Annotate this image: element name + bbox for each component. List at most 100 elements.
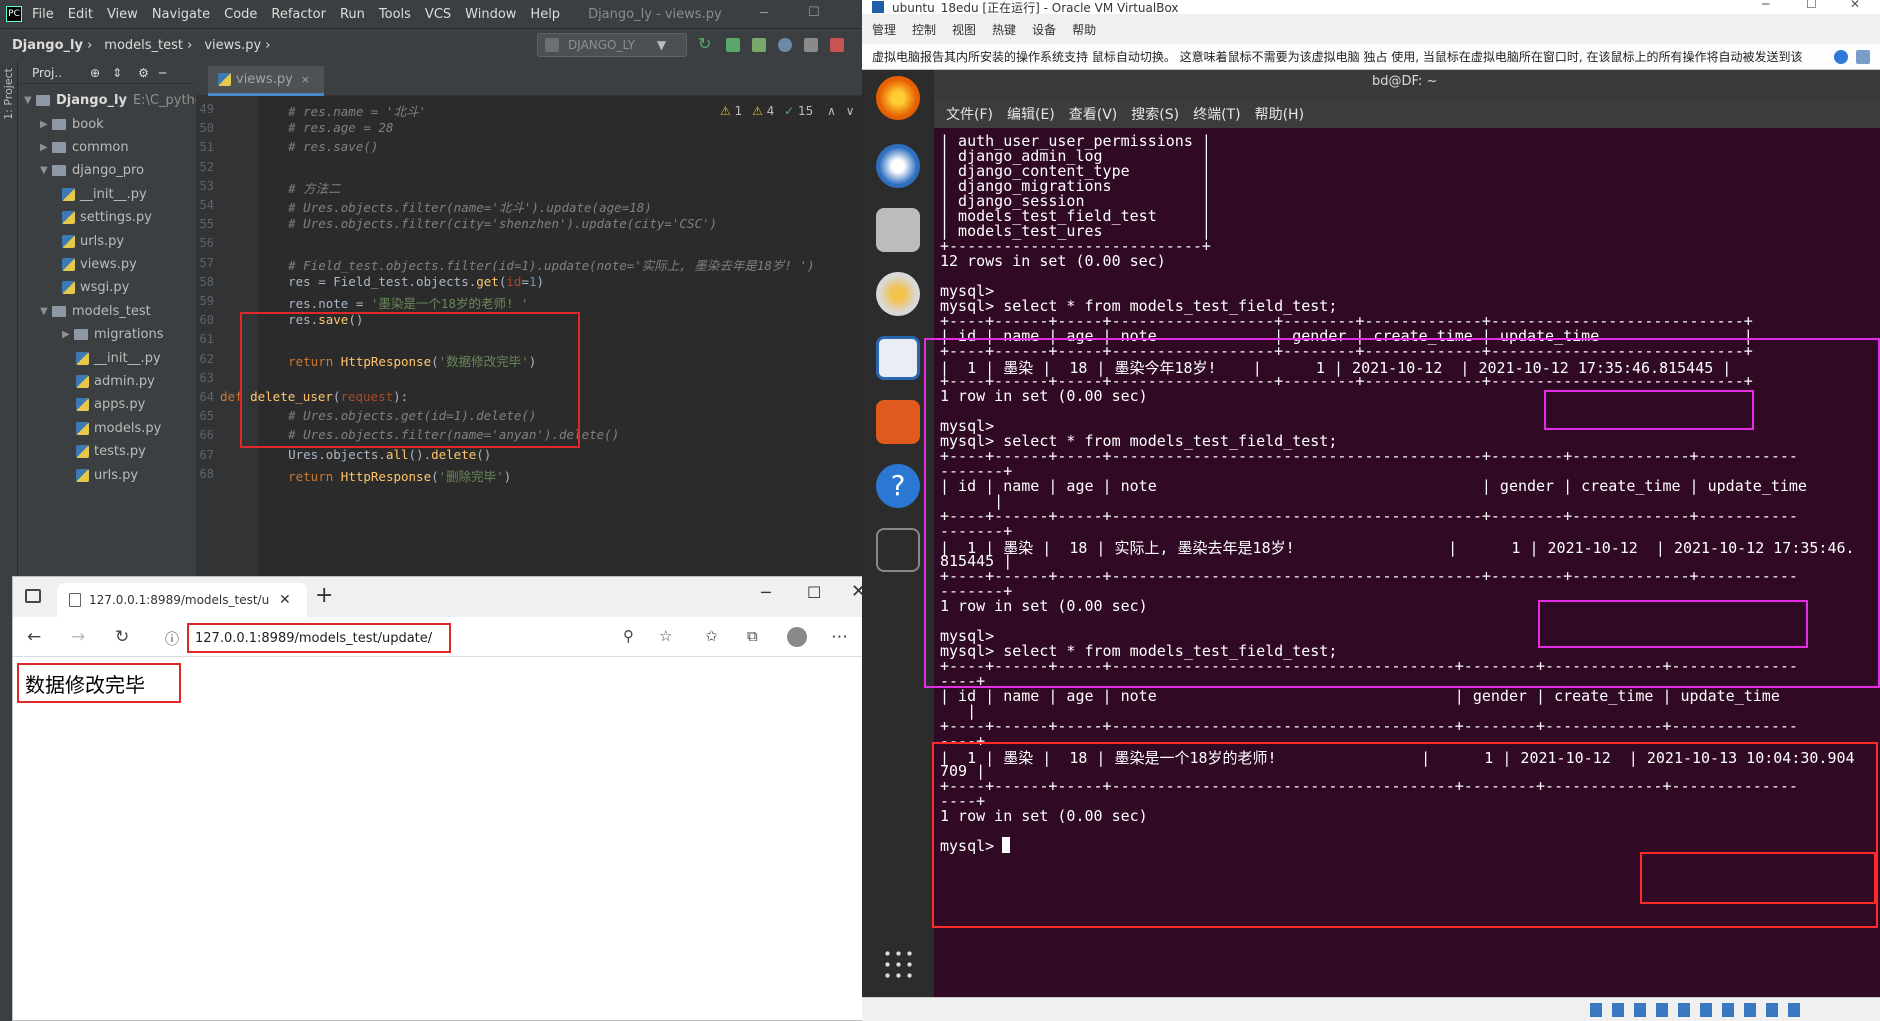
inspection-widget[interactable]: ⚠ 1 ⚠ 4 ✓ 15 ∧ ∨ xyxy=(720,104,855,118)
tree-item[interactable]: tests.py xyxy=(76,440,146,464)
address-bar[interactable]: 127.0.0.1:8989/models_test/update/ xyxy=(187,623,451,653)
menu-view[interactable]: View xyxy=(107,7,138,22)
help-icon[interactable]: ? xyxy=(876,464,920,508)
vbox-menu-devices[interactable]: 设备 xyxy=(1032,21,1056,38)
close-window-icon[interactable]: ✕ xyxy=(1850,0,1860,11)
software-center-icon[interactable] xyxy=(876,400,920,444)
thunderbird-icon[interactable] xyxy=(876,144,920,188)
new-tab-button[interactable]: + xyxy=(315,583,333,608)
chevron-right-icon[interactable]: ▶ xyxy=(62,329,74,340)
chevron-up-icon[interactable]: ∧ xyxy=(827,104,836,118)
coverage-icon[interactable] xyxy=(752,38,766,52)
tree-item[interactable]: urls.py xyxy=(62,229,124,253)
project-tool-label[interactable]: 1: Project xyxy=(2,68,15,120)
hide-panel-icon[interactable]: ─ xyxy=(159,66,166,80)
vbox-menu-help[interactable]: 帮助 xyxy=(1072,21,1096,38)
tree-item[interactable]: ▼ django_pro xyxy=(40,159,144,183)
project-view-select[interactable]: Proj.. xyxy=(32,66,62,80)
gear-icon[interactable]: ⚙ xyxy=(138,66,149,80)
breadcrumb-file[interactable]: views.py › xyxy=(204,38,270,53)
menu-refactor[interactable]: Refactor xyxy=(271,7,326,22)
maximize-icon[interactable]: ☐ xyxy=(1806,0,1817,11)
tree-item[interactable]: ▶ book xyxy=(40,112,104,136)
add-favorite-icon[interactable]: ☆ xyxy=(659,627,672,645)
tree-item[interactable]: ▼ models_test xyxy=(40,299,151,323)
menu-vcs[interactable]: VCS xyxy=(425,7,451,22)
terminal-menu-terminal[interactable]: 终端(T) xyxy=(1193,104,1240,124)
locate-icon[interactable]: ⊕ xyxy=(90,66,100,80)
run-configuration-select[interactable]: DJANGO_LY ▼ xyxy=(537,33,687,57)
menu-file[interactable]: File xyxy=(32,7,54,22)
close-icon[interactable]: × xyxy=(301,73,310,86)
terminal-menu-help[interactable]: 帮助(H) xyxy=(1255,104,1304,124)
build-icon[interactable] xyxy=(804,38,818,52)
terminal-menu-edit[interactable]: 编辑(E) xyxy=(1007,104,1055,124)
firefox-icon[interactable] xyxy=(876,76,920,120)
tree-item[interactable]: apps.py xyxy=(76,393,145,417)
maximize-icon[interactable]: ☐ xyxy=(807,583,821,602)
notice-close-icon[interactable] xyxy=(1834,50,1848,64)
menu-window[interactable]: Window xyxy=(465,7,516,22)
show-apps-icon[interactable] xyxy=(882,948,914,980)
chevron-right-icon[interactable]: ▶ xyxy=(40,119,52,130)
more-icon[interactable]: ⋯ xyxy=(831,627,848,647)
stop-icon[interactable] xyxy=(830,38,844,52)
maximize-icon[interactable]: ☐ xyxy=(808,5,820,20)
menu-help[interactable]: Help xyxy=(530,7,560,22)
rerun-icon[interactable]: ↻ xyxy=(698,34,712,53)
profile-icon[interactable] xyxy=(778,38,792,52)
minimize-icon[interactable]: ─ xyxy=(761,583,771,602)
vbox-menu-manage[interactable]: 管理 xyxy=(872,21,896,38)
collections-icon[interactable]: ⧉ xyxy=(747,627,758,645)
tree-item[interactable]: __init__.py xyxy=(62,182,147,206)
writer-icon[interactable] xyxy=(876,336,920,380)
terminal-menu-file[interactable]: 文件(F) xyxy=(946,104,993,124)
files-icon[interactable] xyxy=(876,208,920,252)
profile-avatar[interactable] xyxy=(787,627,807,647)
refresh-icon[interactable]: ↻ xyxy=(115,627,129,647)
tree-item[interactable]: views.py xyxy=(62,252,137,276)
menu-tools[interactable]: Tools xyxy=(379,7,411,22)
rhythmbox-icon[interactable] xyxy=(876,272,920,316)
browser-tab[interactable]: 127.0.0.1:8989/models_test/upd ✕ xyxy=(57,583,307,617)
tree-item[interactable]: admin.py xyxy=(76,369,155,393)
debug-icon[interactable] xyxy=(726,38,740,52)
tab-views-py[interactable]: views.py × xyxy=(208,66,325,96)
menu-edit[interactable]: Edit xyxy=(68,7,93,22)
chevron-down-icon[interactable]: ∨ xyxy=(846,104,855,118)
chevron-right-icon[interactable]: ▶ xyxy=(40,142,52,153)
tree-item[interactable]: wsgi.py xyxy=(62,276,129,300)
tree-item[interactable]: ▶ common xyxy=(40,135,129,159)
terminal-icon[interactable] xyxy=(876,528,920,572)
collapse-all-icon[interactable]: ⇕ xyxy=(112,66,122,80)
minimize-icon[interactable]: ─ xyxy=(1762,0,1769,11)
minimize-icon[interactable]: ─ xyxy=(760,6,768,21)
tree-item[interactable]: ▶ migrations xyxy=(62,323,164,347)
menu-code[interactable]: Code xyxy=(224,7,257,22)
terminal-menu-view[interactable]: 查看(V) xyxy=(1069,104,1118,124)
terminal-menu-search[interactable]: 搜索(S) xyxy=(1131,104,1179,124)
vbox-menu-view[interactable]: 视图 xyxy=(952,21,976,38)
zoom-icon[interactable]: ⚲ xyxy=(623,627,634,645)
tab-actions-icon[interactable] xyxy=(25,589,41,603)
notice-info-icon[interactable] xyxy=(1856,50,1870,64)
vbox-menu-hotkey[interactable]: 热键 xyxy=(992,21,1016,38)
tree-item[interactable]: models.py xyxy=(76,416,161,440)
forward-icon[interactable]: → xyxy=(71,627,85,647)
breadcrumb-package[interactable]: models_test › xyxy=(104,38,192,53)
close-icon[interactable]: ✕ xyxy=(279,592,291,608)
info-icon[interactable]: ⓘ xyxy=(165,629,179,649)
tree-item[interactable]: __init__.py xyxy=(76,346,161,370)
tree-item[interactable]: settings.py xyxy=(62,206,152,230)
chevron-down-icon[interactable]: ▼ xyxy=(40,306,52,317)
vbox-menu-control[interactable]: 控制 xyxy=(912,21,936,38)
tree-root-django-ly[interactable]: ▼ Django_ly E:\C_python\ xyxy=(24,88,215,112)
tree-item[interactable]: urls.py xyxy=(76,463,138,487)
menu-navigate[interactable]: Navigate xyxy=(152,7,210,22)
favorites-icon[interactable]: ✩ xyxy=(705,627,718,645)
chevron-down-icon[interactable]: ▼ xyxy=(40,165,52,176)
device-status-icons[interactable] xyxy=(1590,1003,1810,1017)
breadcrumb-project[interactable]: Django_ly › xyxy=(12,38,92,53)
back-icon[interactable]: ← xyxy=(27,627,41,647)
menu-run[interactable]: Run xyxy=(340,7,365,22)
